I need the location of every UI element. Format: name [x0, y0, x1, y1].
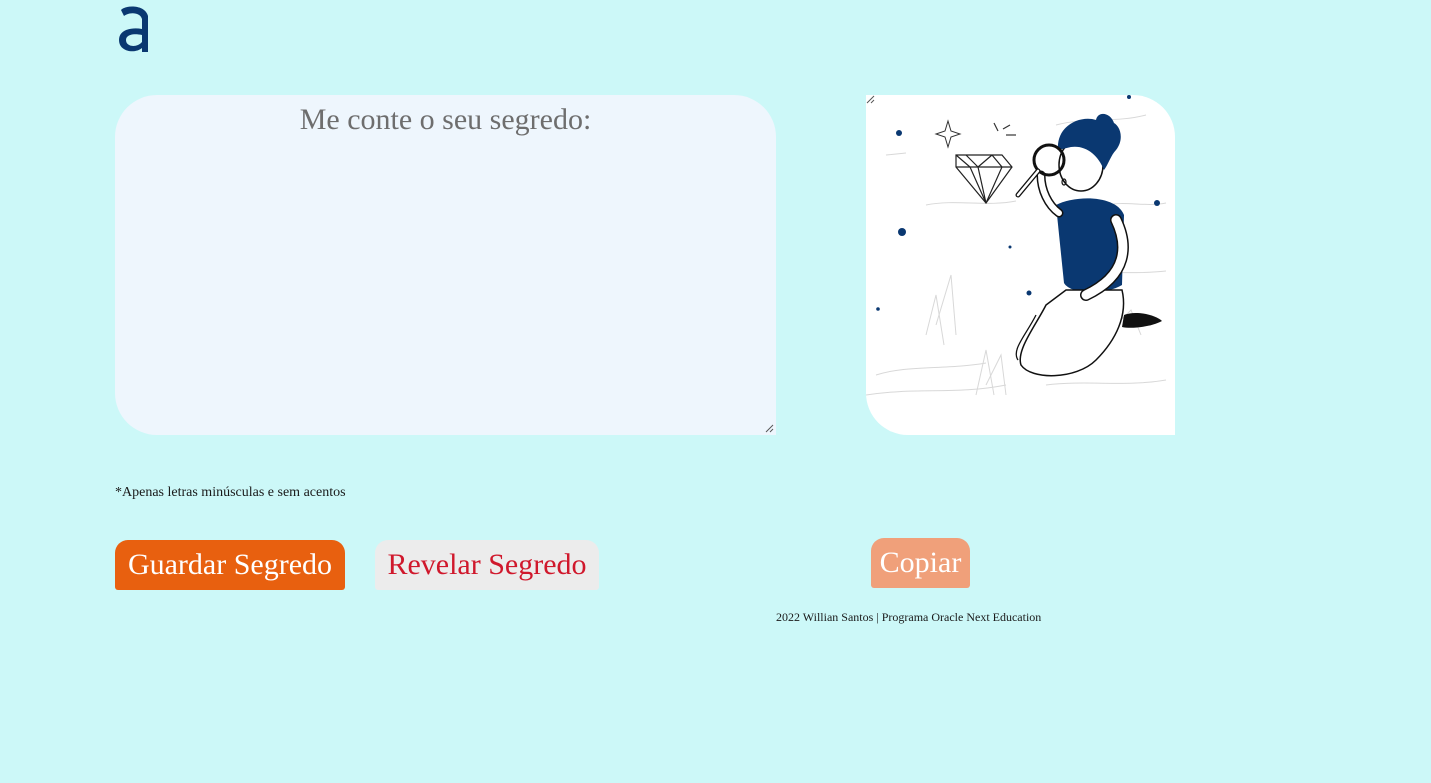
- copy-button[interactable]: Copiar: [871, 538, 970, 588]
- resize-handle-icon[interactable]: [765, 424, 774, 433]
- encrypt-button[interactable]: Guardar Segredo: [115, 540, 345, 590]
- person-magnifying-glass-illustration: [866, 95, 1167, 396]
- page: *Apenas letras minúsculas e sem acentos …: [0, 0, 1431, 783]
- input-hint: *Apenas letras minúsculas e sem acentos: [115, 485, 346, 500]
- alura-logo: [119, 6, 148, 53]
- footer-credits: 2022 Willian Santos | Programa Oracle Ne…: [776, 610, 1042, 624]
- resize-handle-icon[interactable]: [866, 95, 875, 104]
- message-input[interactable]: [115, 95, 776, 435]
- message-input-container: [115, 95, 776, 435]
- output-area: [866, 95, 1175, 435]
- decrypt-button[interactable]: Revelar Segredo: [375, 540, 599, 590]
